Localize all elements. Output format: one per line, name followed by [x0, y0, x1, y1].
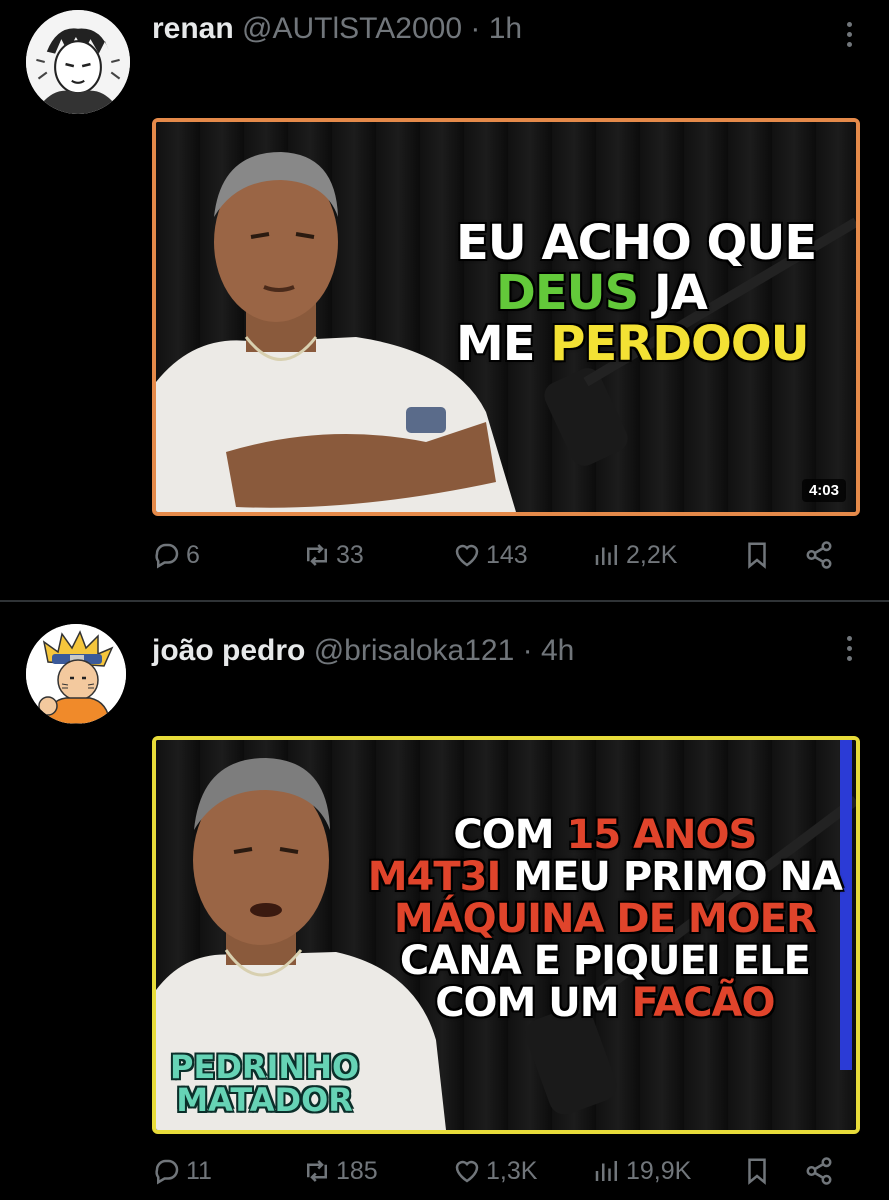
bookmark-icon: [748, 542, 766, 569]
timestamp[interactable]: 1h: [489, 12, 522, 45]
bar-chart-icon: [595, 1161, 617, 1181]
video-thumbnail[interactable]: EU ACHO QUE DEUS JA ME PERDOOU 4:03: [152, 118, 860, 516]
display-name[interactable]: joão pedro: [152, 634, 305, 667]
tweet-actions: 11 185 1,3K 19,9K: [152, 1156, 852, 1196]
share-icon: [806, 541, 832, 569]
bookmark-button[interactable]: [742, 540, 776, 570]
repost-button[interactable]: 33: [302, 540, 364, 570]
share-button[interactable]: [804, 1156, 838, 1186]
speech-bubble-icon: [155, 543, 179, 569]
caption-line: EU ACHO QUE: [456, 215, 817, 271]
timestamp[interactable]: 4h: [541, 634, 574, 667]
manga-avatar-image: [26, 10, 130, 114]
repost-button[interactable]: 185: [302, 1156, 378, 1186]
video-duration: 4:03: [801, 479, 846, 502]
like-button[interactable]: 143: [452, 540, 528, 570]
video-thumbnail[interactable]: COM 15 ANOS M4T3I MEU PRIMO NA MÁQUINA D…: [152, 736, 860, 1134]
tweet-header: renan @AUTlSTA2000 · 1h: [152, 14, 522, 44]
repost-arrows-icon: [307, 1160, 327, 1182]
tweet[interactable]: renan @AUTlSTA2000 · 1h EU ACHO QUE DEUS…: [0, 0, 889, 600]
view-count: 2,2K: [626, 540, 678, 569]
more-vertical-icon[interactable]: [843, 636, 855, 666]
caption-line: DEUS JA: [496, 265, 708, 322]
video-caption: EU ACHO QUE DEUS JA ME PERDOOU: [456, 215, 817, 372]
repost-count: 33: [336, 540, 364, 569]
repost-arrows-icon: [307, 544, 327, 566]
caption-line: CANA E PIQUEI ELE: [399, 938, 811, 984]
reply-count: 6: [186, 540, 200, 569]
more-vertical-icon[interactable]: [843, 22, 855, 52]
like-count: 143: [486, 540, 528, 569]
username-handle[interactable]: @brisaloka121: [314, 634, 515, 667]
avatar[interactable]: [26, 10, 130, 114]
heart-icon: [455, 544, 479, 567]
video-caption: COM 15 ANOS M4T3I MEU PRIMO NA MÁQUINA D…: [367, 812, 843, 1026]
separator-dot: ·: [470, 12, 481, 45]
reply-button[interactable]: 6: [152, 540, 200, 570]
naruto-avatar-image: [26, 624, 126, 724]
repost-count: 185: [336, 1156, 378, 1185]
tweet-actions: 6 33 143 2,2K: [152, 540, 852, 580]
caption-line: MÁQUINA DE MOER: [393, 896, 817, 942]
tweet[interactable]: joão pedro @brisaloka121 · 4h COM 15 ANO…: [0, 602, 889, 1200]
caption-line: ME PERDOOU: [456, 315, 810, 372]
bookmark-icon: [748, 1158, 766, 1185]
view-count: 19,9K: [626, 1156, 692, 1185]
heart-icon: [455, 1160, 479, 1183]
reply-button[interactable]: 11: [152, 1156, 212, 1186]
views-button[interactable]: 2,2K: [592, 540, 677, 570]
caption-line: M4T3I MEU PRIMO NA: [367, 854, 843, 900]
caption-line: COM 15 ANOS: [453, 812, 757, 858]
caption-line: COM UM FACÃO: [435, 980, 775, 1026]
reply-count: 11: [186, 1156, 212, 1185]
like-button[interactable]: 1,3K: [452, 1156, 537, 1186]
tweet-header: joão pedro @brisaloka121 · 4h: [152, 636, 574, 666]
speech-bubble-icon: [155, 1159, 179, 1185]
share-button[interactable]: [804, 540, 838, 570]
separator-dot: ·: [522, 634, 533, 667]
like-count: 1,3K: [486, 1156, 538, 1185]
avatar[interactable]: [26, 624, 126, 724]
views-button[interactable]: 19,9K: [592, 1156, 691, 1186]
display-name[interactable]: renan: [152, 12, 234, 45]
bar-chart-icon: [595, 545, 617, 565]
name-tag: PEDRINHO MATADOR: [170, 1047, 360, 1120]
username-handle[interactable]: @AUTlSTA2000: [242, 12, 462, 45]
bookmark-button[interactable]: [742, 1156, 776, 1186]
share-icon: [806, 1157, 832, 1185]
